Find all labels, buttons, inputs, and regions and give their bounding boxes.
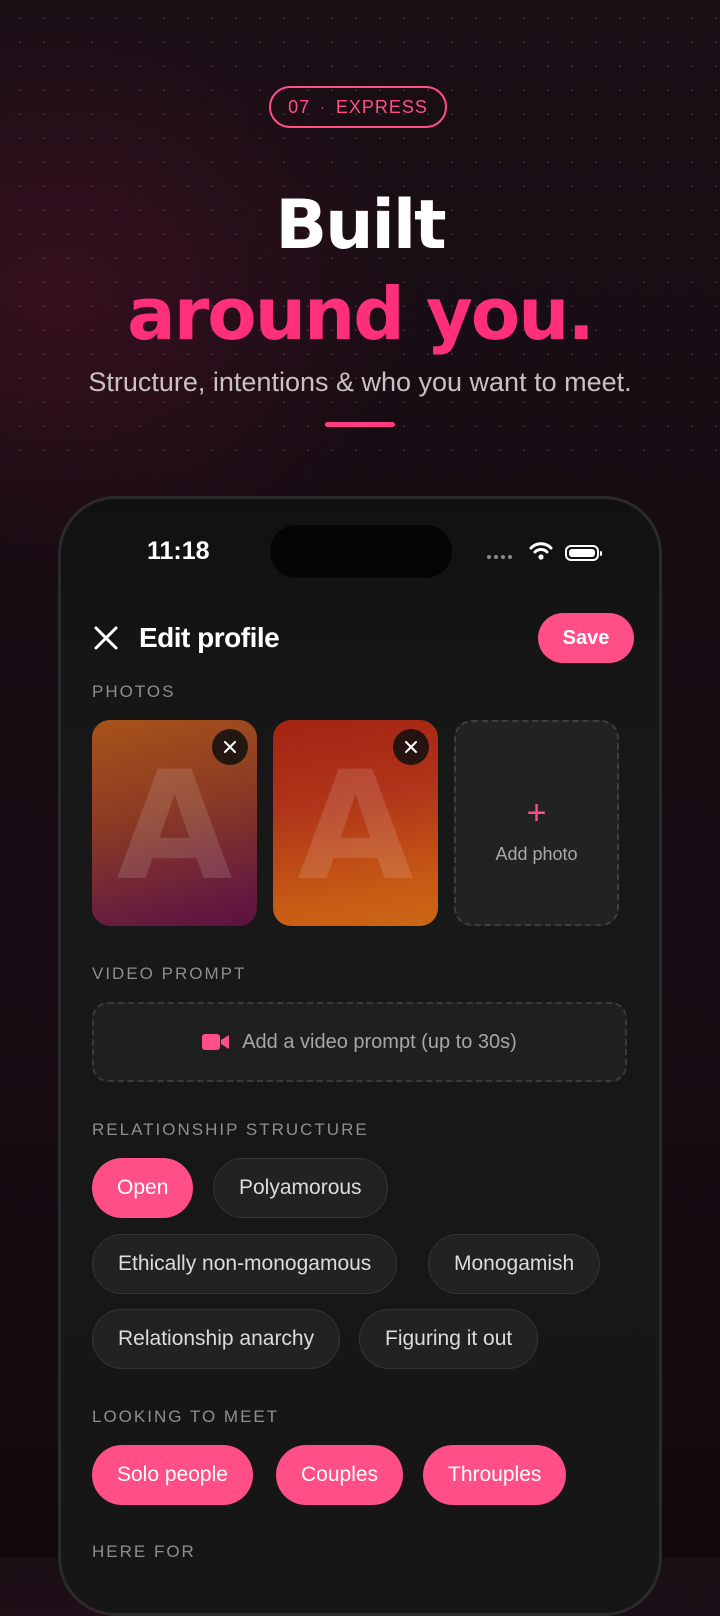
page-title: Edit profile [139,622,280,653]
badge-label: EXPRESS [335,96,428,117]
video-prompt-section-label: VIDEO PROMPT [92,964,247,983]
phone-screen: 11:18 Edit profile Save PHOTOS A A + Add… [61,499,659,1613]
headline-line-2: around you. [127,272,595,356]
chip-throuples[interactable]: Throuples [423,1445,567,1505]
chip-couples[interactable]: Couples [276,1445,404,1505]
remove-photo-button[interactable] [393,729,429,765]
remove-photo-button[interactable] [212,729,248,765]
photos-section-label: PHOTOS [92,682,176,701]
cellular-signal-icon [487,555,512,559]
profile-photo[interactable]: A [92,720,257,926]
section-badge: 07 · EXPRESS [269,86,447,128]
chip-open[interactable]: Open [92,1158,194,1218]
chip-relationship-anarchy[interactable]: Relationship anarchy [92,1309,341,1369]
dynamic-island [270,525,452,578]
close-icon [405,741,417,753]
status-time: 11:18 [147,537,210,565]
relationship-structure-section-label: RELATIONSHIP STRUCTURE [92,1120,369,1139]
chip-monogamish[interactable]: Monogamish [428,1234,601,1294]
profile-photo[interactable]: A [273,720,438,926]
add-video-prompt-button[interactable]: Add a video prompt (up to 30s) [92,1002,627,1082]
looking-to-meet-section-label: LOOKING TO MEET [92,1407,280,1426]
headline-line-1: Built [275,186,446,265]
video-prompt-label: Add a video prompt (up to 30s) [242,1030,517,1053]
accent-divider [325,422,395,427]
phone-frame: 11:18 Edit profile Save PHOTOS A A + Add… [58,496,662,1616]
chip-polyamorous[interactable]: Polyamorous [213,1158,388,1218]
close-icon[interactable] [93,625,119,651]
close-icon [224,741,236,753]
plus-icon: + [526,793,547,832]
badge-separator: · [320,99,326,115]
here-for-section-label: HERE FOR [92,1542,196,1561]
wifi-icon [529,542,553,560]
add-photo-label: Add photo [495,843,578,864]
chip-ethically-non-monogamous[interactable]: Ethically non-monogamous [92,1234,398,1294]
photo-placeholder-letter: A [116,740,233,914]
chip-solo-people[interactable]: Solo people [92,1445,253,1505]
badge-number: 07 [288,96,311,117]
add-photo-button[interactable]: + Add photo [454,720,619,926]
save-button[interactable]: Save [538,613,634,663]
battery-icon [565,545,602,561]
chip-figuring-it-out[interactable]: Figuring it out [359,1309,539,1369]
video-camera-icon [202,1034,230,1050]
subtitle: Structure, intentions & who you want to … [88,367,632,397]
photo-placeholder-letter: A [297,740,414,914]
